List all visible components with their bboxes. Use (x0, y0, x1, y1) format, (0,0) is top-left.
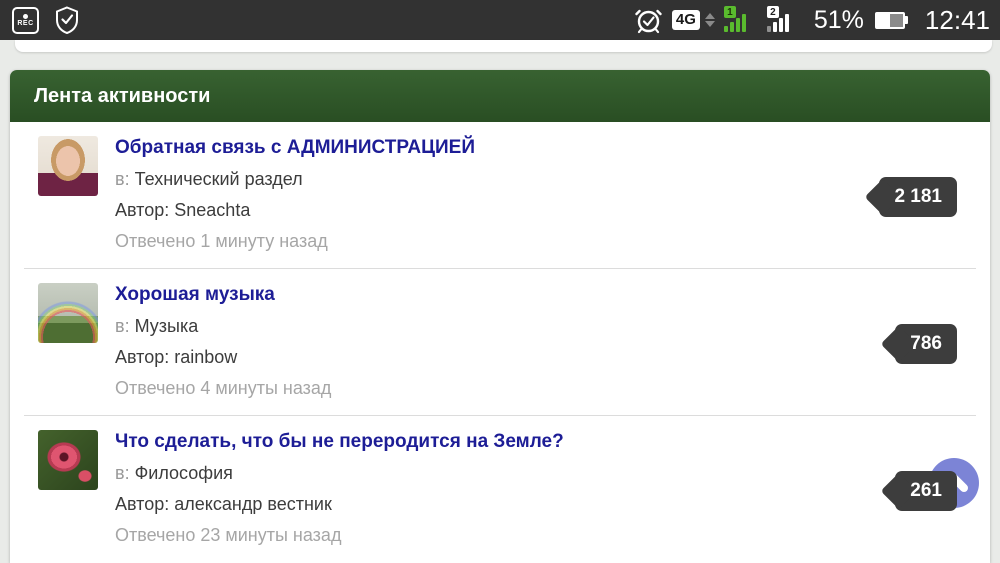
author-label: Автор: (115, 494, 170, 514)
shield-check-icon (56, 6, 78, 34)
reply-count-badge[interactable]: 2 181 (879, 177, 957, 217)
status-bar-right: 4G 1 2 51% 12:41 (634, 0, 990, 40)
upload-arrow-icon (704, 13, 715, 19)
topic-author-line: Автор: Sneachta (115, 200, 475, 220)
sim2-signal-icon: 2 (766, 6, 801, 34)
browser-bar-remnant (15, 40, 992, 52)
topic-row[interactable]: Хорошая музыка в: Музыка Автор: rainbow … (24, 268, 976, 415)
network-type-indicator: 4G (671, 10, 700, 30)
reply-count-badge[interactable]: 786 (895, 324, 957, 364)
topic-row[interactable]: Обратная связь с АДМИНИСТРАЦИЕЙ в: Техни… (24, 122, 976, 268)
alarm-clock-icon (635, 9, 662, 33)
download-arrow-icon (704, 21, 715, 27)
topic-body: Что сделать, что бы не переродится на Зе… (115, 430, 564, 545)
screen-record-icon: REC (12, 6, 39, 34)
avatar[interactable] (38, 430, 98, 490)
topic-title-link[interactable]: Хорошая музыка (115, 283, 331, 307)
screen: REC 4G 1 2 51% 12:41 Лента активности Об… (0, 0, 1000, 563)
author-name[interactable]: Sneachta (174, 200, 250, 220)
category-name[interactable]: Технический раздел (135, 169, 303, 189)
page-content: Лента активности Обратная связь с АДМИНИ… (0, 40, 1000, 563)
author-name[interactable]: rainbow (174, 347, 237, 367)
battery-percent: 51% (813, 5, 864, 34)
category-label: в: (115, 463, 130, 483)
topic-row[interactable]: Что сделать, что бы не переродится на Зе… (24, 415, 976, 562)
record-dot-icon (23, 13, 28, 19)
status-bar: REC 4G 1 2 51% 12:41 (0, 0, 1000, 40)
category-label: в: (115, 316, 130, 336)
clock-time: 12:41 (924, 4, 990, 35)
topic-title-link[interactable]: Обратная связь с АДМИНИСТРАЦИЕЙ (115, 136, 475, 160)
panel-title: Лента активности (34, 84, 211, 107)
category-label: в: (115, 169, 130, 189)
topic-author-line: Автор: rainbow (115, 347, 331, 367)
status-bar-left: REC (12, 0, 79, 40)
topic-category-line: в: Философия (115, 463, 564, 483)
topic-body: Хорошая музыка в: Музыка Автор: rainbow … (115, 283, 331, 398)
topic-category-line: в: Технический раздел (115, 169, 475, 189)
author-name[interactable]: александр вестник (174, 494, 332, 514)
reply-count-badge[interactable]: 261 (895, 471, 957, 511)
topic-title-link[interactable]: Что сделать, что бы не переродится на Зе… (115, 430, 564, 454)
topic-replied-time: Отвечено 4 минуты назад (115, 378, 332, 398)
category-name[interactable]: Философия (135, 463, 233, 483)
topic-author-line: Автор: александр вестник (115, 494, 564, 514)
sim2-signal-bars (766, 14, 789, 32)
topic-category-line: в: Музыка (115, 316, 331, 336)
avatar[interactable] (38, 283, 98, 343)
author-label: Автор: (115, 200, 170, 220)
topic-replied-time: Отвечено 23 минуты назад (115, 525, 342, 545)
battery-icon (874, 11, 908, 29)
rec-label: REC (17, 19, 34, 27)
topic-replied-time: Отвечено 1 минуту назад (115, 231, 328, 251)
avatar[interactable] (38, 136, 98, 196)
data-activity-arrows-icon (704, 13, 715, 27)
sim1-signal-bars (723, 14, 746, 32)
sim1-signal-icon: 1 (723, 6, 758, 34)
activity-feed-panel: Лента активности Обратная связь с АДМИНИ… (10, 70, 990, 563)
category-name[interactable]: Музыка (135, 316, 199, 336)
panel-header: Лента активности (10, 70, 990, 122)
author-label: Автор: (115, 347, 170, 367)
topic-body: Обратная связь с АДМИНИСТРАЦИЕЙ в: Техни… (115, 136, 475, 251)
topic-list: Обратная связь с АДМИНИСТРАЦИЕЙ в: Техни… (10, 122, 990, 562)
